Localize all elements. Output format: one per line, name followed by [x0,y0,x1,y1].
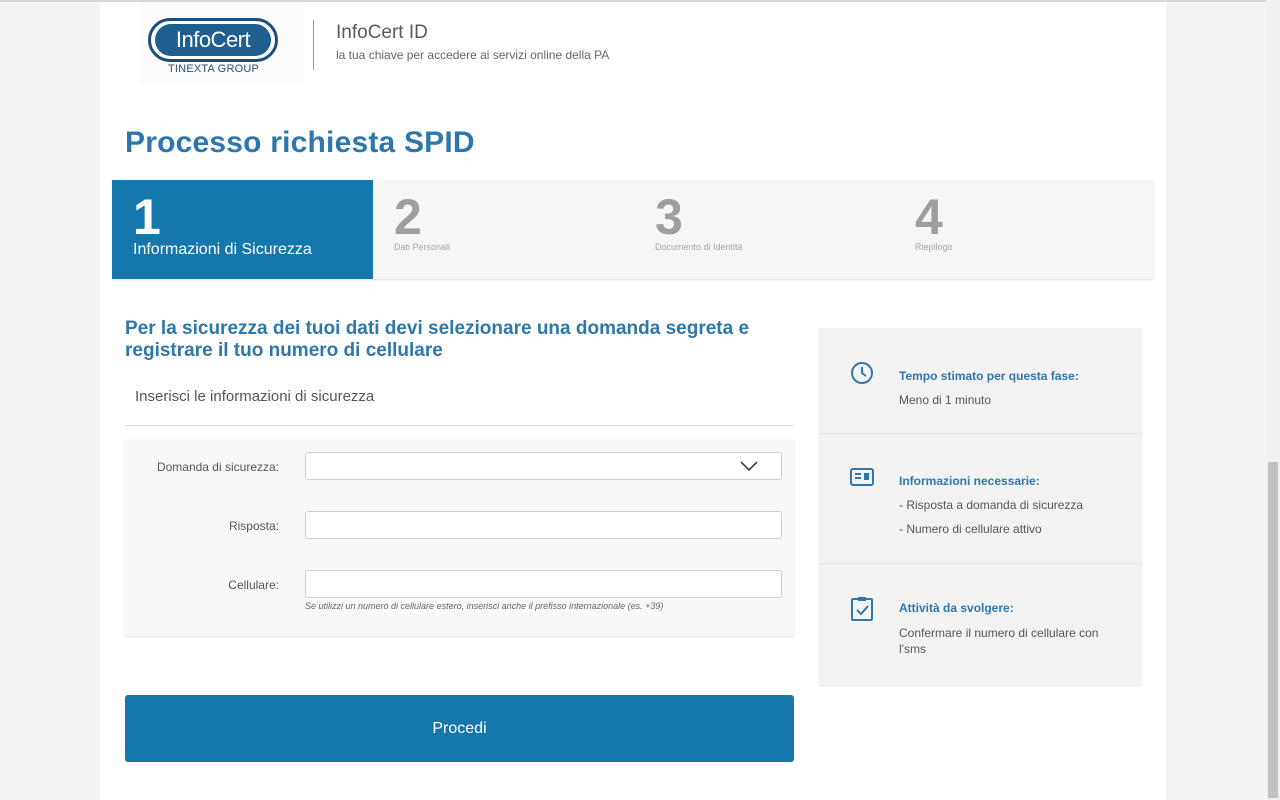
answer-input[interactable] [306,512,781,538]
info-title: Tempo stimato per questa fase: [899,369,1079,383]
chevron-down-icon[interactable] [739,460,759,472]
step-number: 3 [655,189,683,245]
step-number: 1 [133,189,161,245]
phone-input[interactable] [306,571,781,597]
question-label: Domanda di sicurezza: [156,460,279,474]
step-label: Documento di Identità [655,242,743,252]
form-subtitle: Inserisci le informazioni di sicurezza [135,388,375,405]
header-separator [313,20,314,70]
phone-label: Cellulare: [228,578,279,592]
info-title: Informazioni necessarie: [899,474,1040,488]
clipboard-check-icon [851,597,873,621]
info-block-activities: Attività da svolgere: Confermare il nume… [819,564,1142,685]
step-number: 4 [915,189,943,245]
info-line: - Numero di cellulare attivo [899,522,1042,536]
proceed-button[interactable]: Procedi [125,695,794,762]
phone-field[interactable] [305,570,782,598]
step-label: Dati Personali [394,242,451,252]
step-label: Riepilogo [915,242,953,252]
step-4: 4 Riepilogo [894,180,1155,279]
logo-text: InfoCert [155,24,271,56]
step-2: 2 Dati Personali [373,180,634,279]
answer-label: Risposta: [228,519,279,533]
step-label: Informazioni di Sicurezza [133,241,312,258]
step-1: 1 Informazioni di Sicurezza [112,180,373,279]
page-container: InfoCert TINEXTA GROUP InfoCert ID la tu… [100,2,1166,800]
logo-badge: InfoCert [148,18,278,62]
step-progress: 1 Informazioni di Sicurezza 2 Dati Perso… [112,180,1154,279]
step-number: 2 [394,189,422,245]
info-line: Meno di 1 minuto [899,393,992,407]
divider [125,425,794,426]
phone-help-text: Se utilizzi un numero di cellulare ester… [305,601,664,611]
header-subtitle: la tua chiave per accedere ai servizi on… [336,48,610,62]
scrollbar[interactable] [1266,0,1280,800]
info-line: Confermare il numero di cellulare con l'… [899,626,1099,656]
info-block-time: Tempo stimato per questa fase: Meno di 1… [819,328,1142,434]
clock-icon [851,362,873,384]
info-title: Attività da svolgere: [899,601,1014,615]
info-panel: Tempo stimato per questa fase: Meno di 1… [819,328,1142,685]
infocert-logo[interactable]: InfoCert TINEXTA GROUP [140,2,304,84]
header-title: InfoCert ID [336,22,428,43]
section-title: Per la sicurezza dei tuoi dati devi sele… [125,318,750,361]
answer-field[interactable] [305,511,782,539]
page-title: Processo richiesta SPID [125,126,475,159]
security-question-value[interactable] [306,453,781,479]
security-question-select[interactable] [305,452,782,480]
info-block-requirements: Informazioni necessarie: - Risposta a do… [819,434,1142,564]
info-line: - Risposta a domanda di sicurezza [899,498,1084,512]
scrollbar-thumb[interactable] [1268,462,1278,798]
id-card-icon [850,468,874,486]
step-3: 3 Documento di Identità [634,180,895,279]
logo-tagline: TINEXTA GROUP [168,63,260,75]
security-form: Domanda di sicurezza: Risposta: Cellular… [125,439,794,636]
